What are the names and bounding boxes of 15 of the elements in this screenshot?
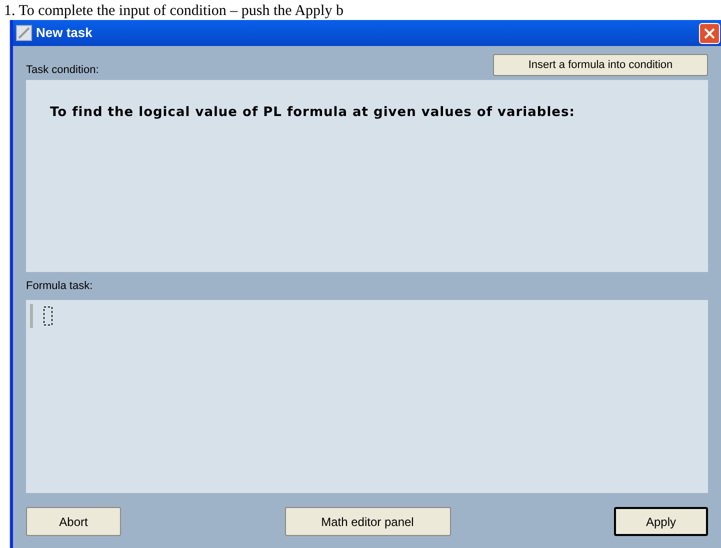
section-label: Formula task:	[26, 278, 93, 294]
window-icon	[16, 25, 32, 41]
dialog-button[interactable]: Abort	[26, 507, 121, 536]
close-icon	[704, 28, 715, 38]
window-title: New task	[36, 24, 92, 42]
cursor-bar	[30, 304, 33, 328]
dialog-button[interactable]: Math editor panel	[284, 507, 450, 536]
dialog-button[interactable]: Apply	[614, 507, 708, 536]
placeholder-icon	[43, 306, 53, 326]
section-label: Task condition:	[26, 62, 99, 78]
condition-text-area[interactable]: To find the logical value of PL formula at given values of variables:	[26, 80, 708, 272]
document-text: 1. To complete the input of condition – push the Apply b	[4, 2, 344, 20]
close-button[interactable]	[699, 22, 720, 44]
insert-formula-button[interactable]: Insert a formula into condition	[493, 54, 708, 76]
condition-text: To find the logical value of PL formula at given values of variables:	[50, 105, 575, 120]
